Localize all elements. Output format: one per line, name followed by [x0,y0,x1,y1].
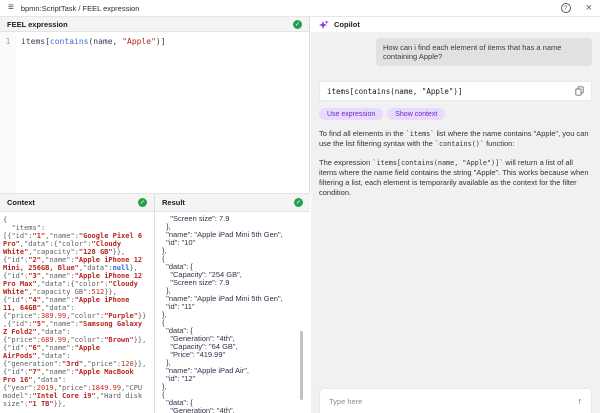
breadcrumb: bpmn:ScriptTask / FEEL expression [21,4,140,13]
menu-icon[interactable]: ≡ [8,3,14,13]
context-json-editor[interactable]: { "items":[{"id":"1","name":"Google Pixe… [0,212,154,413]
user-message-bubble: How can i find each element of items tha… [376,38,592,66]
feel-expression-title: FEEL expression [7,20,68,29]
feel-expression-editor[interactable]: 1 items[contains(name, "Apple")] [0,32,309,193]
result-panel: Result "Screen size": 7.9 }, "name": "Ap… [155,194,310,413]
expression-valid-check-icon [293,20,302,29]
context-title: Context [7,198,35,207]
send-arrow-icon[interactable]: ↑ [578,397,583,406]
feel-expression-header: FEEL expression [0,17,309,32]
sparkle-icon [319,20,329,30]
copilot-panel: Copilot How can i find each element of i… [311,17,600,413]
expression-code[interactable]: items[contains(name, "Apple")] [16,32,309,193]
copilot-title: Copilot [334,20,360,29]
suggestion-actions: Use expression Show context [319,108,592,120]
show-context-button[interactable]: Show context [387,108,445,120]
result-scrollbar[interactable] [300,331,303,400]
context-valid-check-icon [138,198,147,207]
line-number: 1 [6,37,11,46]
topbar: ≡ bpmn:ScriptTask / FEEL expression ? × [0,0,600,17]
copilot-chat-area: How can i find each element of items tha… [311,32,600,413]
context-panel: Context { "items":[{"id":"1","name":"Goo… [0,194,155,413]
feel-playground-window: ≡ bpmn:ScriptTask / FEEL expression ? × … [0,0,600,413]
code-suggestion-block: items[contains(name, "Apple")] [319,81,592,101]
result-title: Result [162,198,185,207]
help-icon[interactable]: ? [561,3,571,13]
bottom-panels: Context { "items":[{"id":"1","name":"Goo… [0,193,310,413]
context-header: Context [0,194,154,212]
copilot-explanation-detail: The expression `items[contains(name, "Ap… [319,158,592,198]
editor-column: FEEL expression 1 items[contains(name, "… [0,17,310,413]
line-number-gutter: 1 [0,32,16,193]
chat-input-container: ↑ [319,388,592,413]
copy-icon [575,84,584,99]
suggestion-code: items[contains(name, "Apple")] [327,87,462,96]
chat-input[interactable] [329,397,578,406]
copilot-header: Copilot [311,17,600,32]
result-json-output: "Screen size": 7.9 }, "name": "Apple iPa… [155,212,310,413]
close-icon[interactable]: × [586,3,592,14]
use-expression-button[interactable]: Use expression [319,108,383,120]
copy-button[interactable] [575,84,584,99]
result-valid-check-icon [294,198,303,207]
result-header: Result [155,194,310,212]
copilot-explanation-intro: To find all elements in the `items` list… [319,129,592,149]
